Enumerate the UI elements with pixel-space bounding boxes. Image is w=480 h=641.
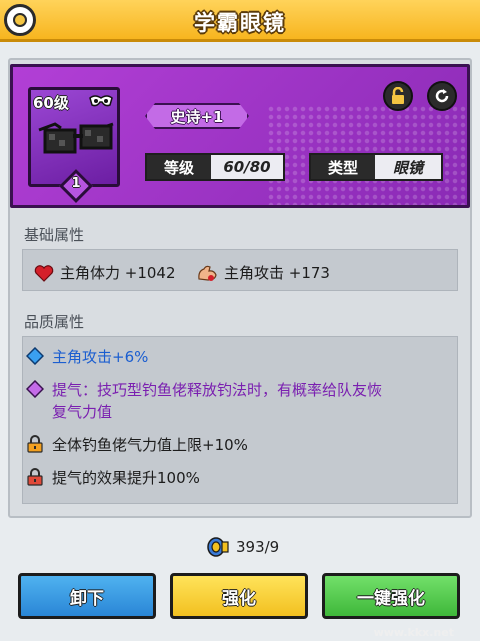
quality-attr-text: 主角攻击+6% [52, 348, 149, 366]
material-counter: 393/9 [206, 536, 279, 558]
type-label: 类型 [327, 158, 358, 177]
muscle-icon [198, 265, 217, 281]
one-click-enhance-button[interactable]: 一键强化 [322, 573, 460, 619]
quality-attr-row: 提气：技巧型钓鱼佬释放钓法时，有概率给队友恢 复气力值 [26, 379, 382, 423]
quality-attr-text: 提气的效果提升100% [52, 469, 200, 487]
reset-button[interactable] [427, 81, 457, 111]
item-hero-card: 60级 1 史诗+1 等级 60/80 类型 眼镜 [10, 64, 470, 208]
type-value: 眼镜 [375, 155, 441, 179]
heart-icon [34, 264, 54, 282]
level-label: 等级 [163, 158, 194, 177]
quality-attr-row: 全体钓鱼佬气力值上限+10% [26, 434, 248, 455]
glasses-icon [38, 122, 114, 154]
level-value: 60/80 [211, 155, 283, 179]
unequip-button[interactable]: 卸下 [18, 573, 156, 619]
unlock-icon [392, 87, 404, 104]
item-icon-frame: 60级 1 [28, 87, 120, 203]
refresh-icon [435, 89, 449, 103]
rarity-tag: 史诗+1 [145, 103, 249, 129]
enhance-button[interactable]: 强化 [170, 573, 308, 619]
level-stat: 等级 60/80 [145, 153, 285, 181]
base-attr-stamina: 主角体力 +1042 [34, 262, 176, 283]
base-attr-attack: 主角攻击 +173 [196, 262, 330, 283]
quality-attr-row: 提气的效果提升100% [26, 467, 200, 488]
purple-diamond-icon [26, 380, 44, 398]
watermark: www.kkx.net [373, 626, 454, 639]
base-attr-stamina-text: 主角体力 +1042 [60, 264, 176, 282]
red-lock-icon [27, 468, 43, 486]
type-stat: 类型 眼镜 [309, 153, 443, 181]
orange-lock-icon [27, 435, 43, 453]
material-count: 393/9 [236, 538, 280, 556]
blue-diamond-icon [26, 347, 44, 365]
item-level-badge: 60级 [33, 94, 69, 112]
mask-icon [89, 95, 113, 107]
page-title: 学霸眼镜 [194, 11, 286, 35]
quality-attributes-title: 品质属性 [24, 313, 85, 331]
item-count: 1 [71, 176, 81, 191]
quality-attr-row: 主角攻击+6% [26, 346, 148, 367]
quality-attr-text-line2: 复气力值 [52, 403, 113, 421]
base-attr-attack-text: 主角攻击 +173 [224, 264, 330, 282]
base-attributes-title: 基础属性 [24, 226, 85, 244]
header-bar: 学霸眼镜 [0, 0, 480, 42]
quality-attr-text: 全体钓鱼佬气力值上限+10% [52, 436, 248, 454]
quality-attr-text-line1: 提气：技巧型钓鱼佬释放钓法时，有概率给队友恢 [52, 381, 383, 399]
lock-button[interactable] [383, 81, 413, 111]
material-icon [207, 537, 229, 557]
